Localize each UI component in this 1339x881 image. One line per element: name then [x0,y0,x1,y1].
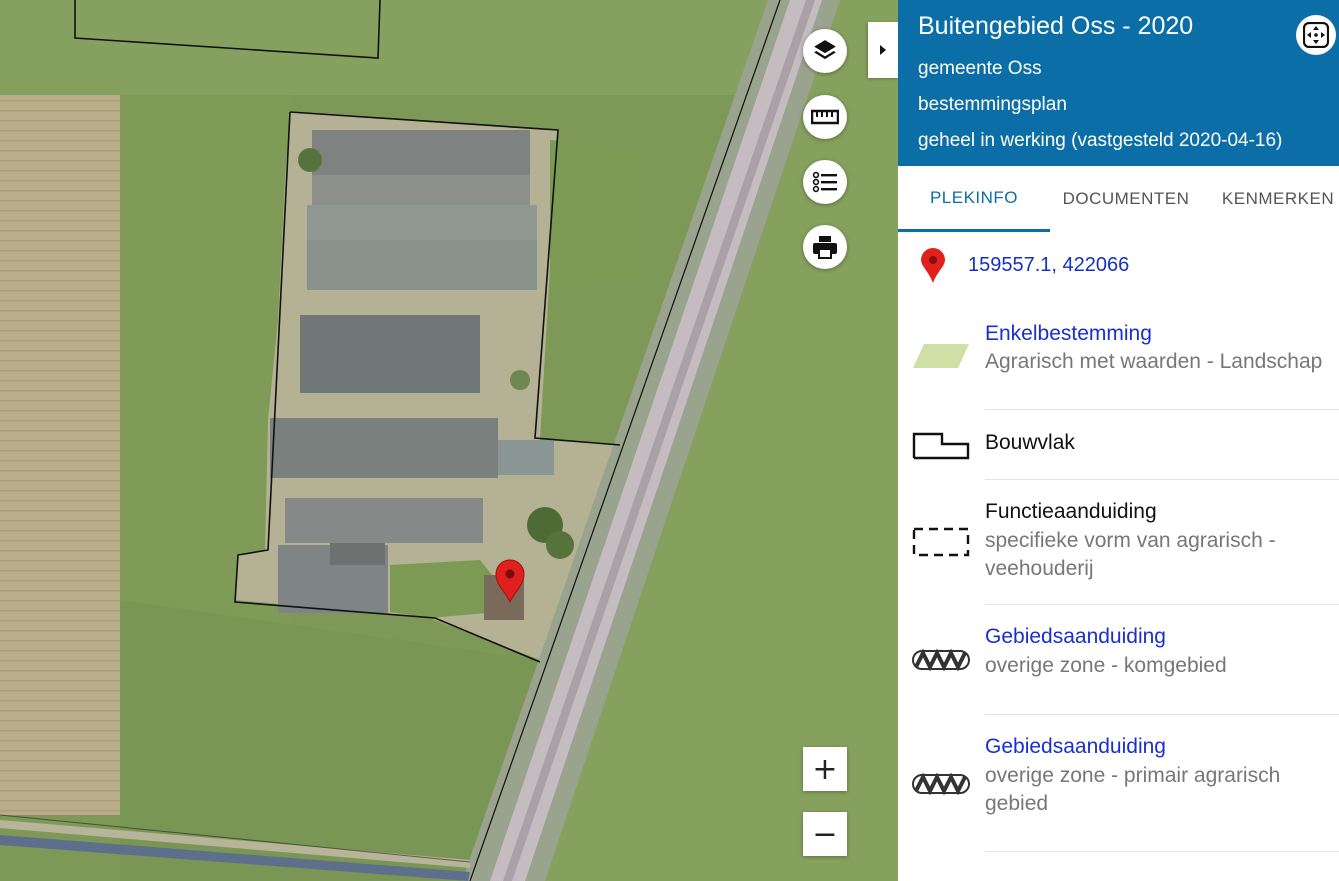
item-name: Bouwvlak [985,431,1075,454]
green-parallelogram-icon [913,344,969,368]
aerial-photo [0,0,898,881]
caret-right-icon [880,45,886,55]
list-item: Gebiedsaanduiding overige zone - primair… [898,715,1339,851]
plan-status: geheel in werking (vastgesteld 2020-04-1… [918,130,1283,151]
zigzag-band-icon [912,772,970,796]
plan-header: Buitengebied Oss - 2020 gemeente Oss bes… [898,0,1339,166]
legend-list-icon [812,171,837,193]
list-item: Functieaanduiding specifieke vorm van ag… [898,480,1339,605]
item-name: Functieaanduiding [985,500,1157,523]
layers-icon [814,40,836,60]
ruler-icon [811,109,839,125]
plan-type: bestemmingsplan [918,94,1067,115]
zoom-in-button[interactable]: + [803,747,847,791]
print-icon [813,236,837,259]
gebiedsaanduiding-link[interactable]: Gebiedsaanduiding [985,625,1166,649]
map-view[interactable]: + − [0,0,898,881]
zoom-extent-icon [1303,22,1329,48]
zoom-out-button[interactable]: − [803,812,847,856]
item-description: Agrarisch met waarden - Landschap [985,350,1323,373]
divider [985,851,1339,852]
building-plane-outline-icon [912,432,970,460]
zoom-to-extent-button[interactable] [1296,15,1336,55]
tab-plekinfo[interactable]: PLEKINFO [898,166,1050,232]
plan-municipality: gemeente Oss [918,58,1042,79]
location-pin-icon [921,248,945,283]
gebiedsaanduiding-link[interactable]: Gebiedsaanduiding [985,735,1166,759]
info-panel: Buitengebied Oss - 2020 gemeente Oss bes… [898,0,1339,881]
coordinate-row: 159557.1, 422066 [898,240,1339,290]
layers-button[interactable] [803,29,847,73]
panel-tabs: PLEKINFO DOCUMENTEN KENMERKEN [898,166,1339,232]
legend-button[interactable] [803,160,847,204]
plan-title: Buitengebied Oss - 2020 [918,12,1194,40]
item-description: specifieke vorm van agrarisch - veehoude… [985,529,1276,580]
zigzag-band-icon [912,648,970,672]
print-button[interactable] [803,225,847,269]
tab-kenmerken[interactable]: KENMERKEN [1202,166,1339,232]
measure-button[interactable] [803,95,847,139]
coordinates-link[interactable]: 159557.1, 422066 [968,254,1129,277]
enkelbestemming-link[interactable]: Enkelbestemming [985,322,1152,346]
list-item: Bouwvlak [898,410,1339,480]
dashed-rectangle-icon [912,527,970,557]
item-description: overige zone - komgebied [985,654,1227,677]
collapse-panel-button[interactable] [868,22,898,78]
tab-documenten[interactable]: DOCUMENTEN [1050,166,1202,232]
item-description: overige zone - primair agrarisch gebied [985,764,1281,815]
list-item: Gebiedsaanduiding overige zone - komgebi… [898,605,1339,715]
list-item: Enkelbestemming Agrarisch met waarden - … [898,318,1339,410]
